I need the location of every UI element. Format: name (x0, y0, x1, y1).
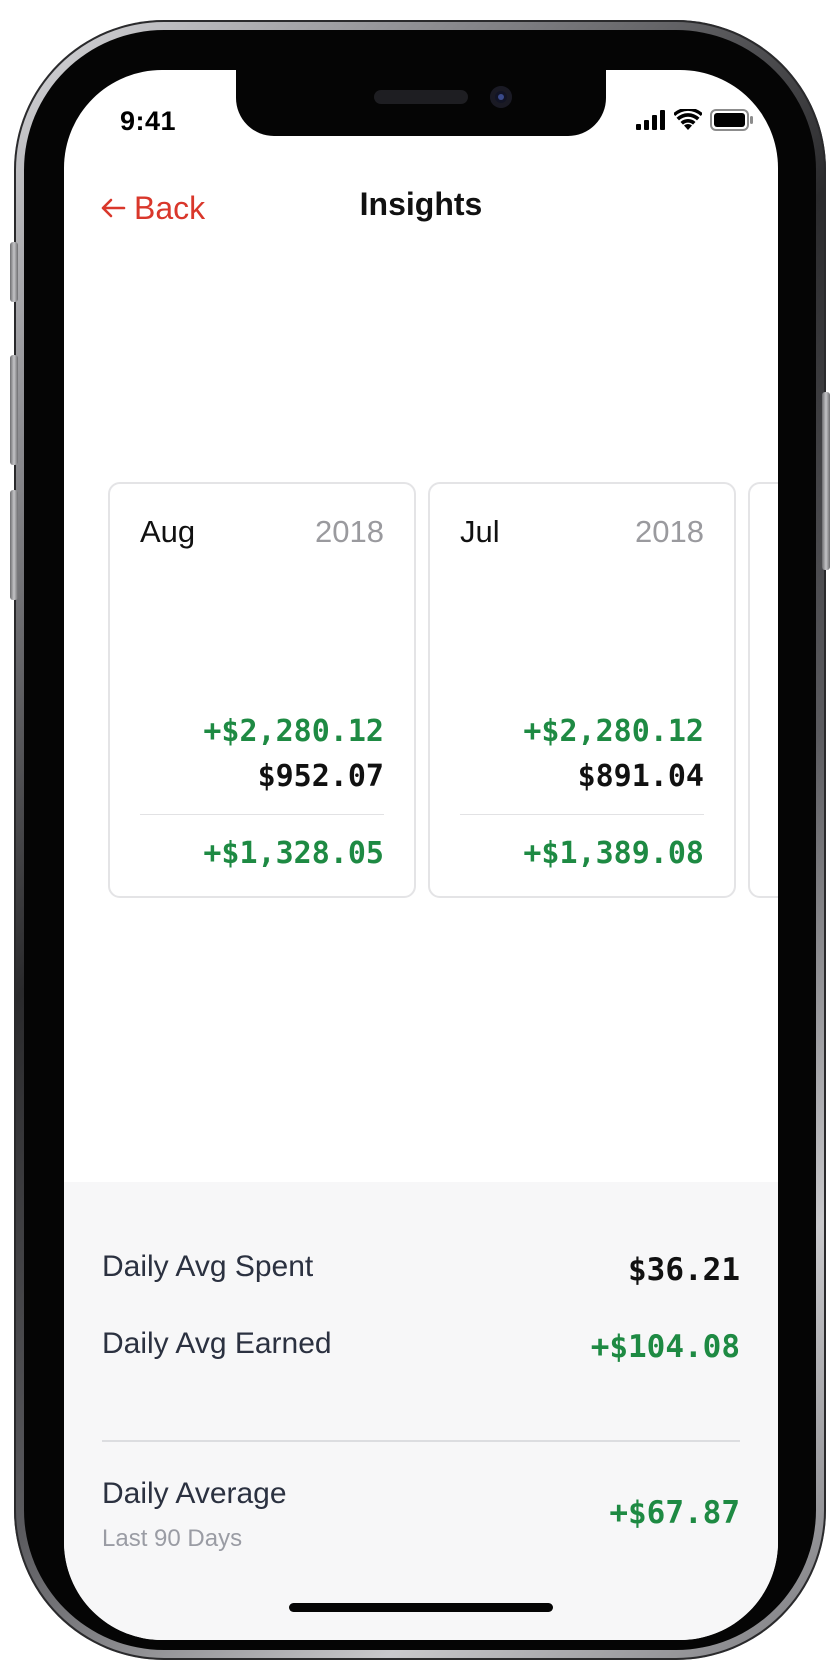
card-month: Jul (460, 514, 500, 549)
card-net: +$1,328.05 (203, 836, 384, 871)
stat-value: +$67.87 (609, 1495, 740, 1531)
stat-row-daily-avg-spent: Daily Avg Spent $36.21 (102, 1250, 740, 1294)
status-icons (636, 107, 754, 136)
cellular-signal-icon (636, 109, 666, 135)
month-card-jul[interactable]: Jul 2018 +$2,280.12 $891.04 +$1,389.08 (428, 482, 736, 898)
front-camera (490, 86, 512, 108)
month-card-partial[interactable] (748, 482, 778, 898)
card-year: 2018 (315, 514, 384, 549)
daily-stats-panel: Daily Avg Spent $36.21 Daily Avg Earned … (64, 1182, 778, 1640)
stat-label: Daily Average (102, 1477, 287, 1510)
stat-value: $36.21 (628, 1252, 740, 1288)
page-title: Insights (359, 186, 483, 222)
card-divider (460, 814, 704, 815)
volume-down-button (10, 490, 18, 600)
stat-row-daily-average: Daily Average Last 90 Days +$67.87 (102, 1477, 740, 1552)
month-card-aug[interactable]: Aug 2018 +$2,280.12 $952.07 +$1,328.05 (108, 482, 416, 898)
card-divider (140, 814, 384, 815)
notch (236, 70, 606, 136)
status-time: 9:41 (120, 106, 177, 136)
battery-icon (710, 108, 754, 136)
stat-row-daily-avg-earned: Daily Avg Earned +$104.08 (102, 1327, 740, 1371)
card-year: 2018 (635, 514, 704, 549)
silent-switch (10, 242, 18, 302)
stat-label: Daily Avg Earned (102, 1327, 332, 1360)
phone-frame: 9:41 Back Insights Aug 2018 +$2,280.12 $… (10, 20, 830, 1660)
home-indicator[interactable] (289, 1603, 553, 1612)
card-spent: $952.07 (257, 759, 384, 794)
card-month: Aug (140, 514, 196, 549)
stats-divider (102, 1440, 740, 1442)
power-button (822, 392, 830, 570)
month-cards-carousel[interactable]: Aug 2018 +$2,280.12 $952.07 +$1,328.05 J… (64, 482, 778, 902)
stat-label: Daily Avg Spent (102, 1250, 314, 1283)
card-earned: +$2,280.12 (523, 714, 704, 749)
screen: 9:41 Back Insights Aug 2018 +$2,280.12 $… (64, 70, 778, 1640)
wifi-icon (673, 107, 703, 136)
stat-sublabel: Last 90 Days (102, 1525, 243, 1552)
speaker-grille (374, 90, 468, 104)
card-net: +$1,389.08 (523, 836, 704, 871)
card-spent: $891.04 (577, 759, 704, 794)
volume-up-button (10, 355, 18, 465)
card-earned: +$2,280.12 (203, 714, 384, 749)
stat-value: +$104.08 (590, 1329, 740, 1365)
